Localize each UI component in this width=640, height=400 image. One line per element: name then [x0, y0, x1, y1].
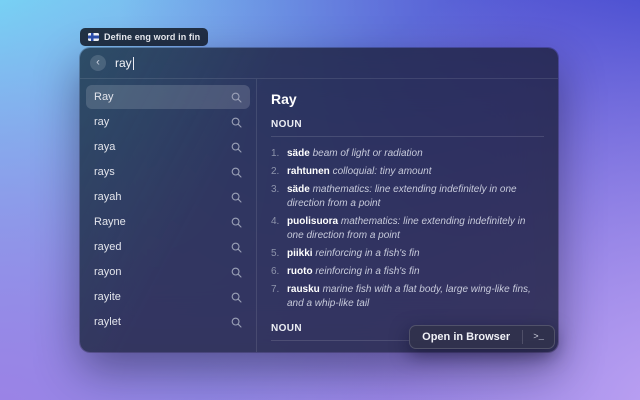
entry-definition: reinforcing in a fish's fin — [315, 266, 419, 277]
section-divider — [271, 136, 544, 137]
search-icon — [231, 317, 242, 328]
search-icon — [231, 242, 242, 253]
list-item-label: ray — [94, 116, 109, 128]
entry-definition: reinforcing in a fish's fin — [315, 248, 419, 259]
open-in-browser-button[interactable]: Open in Browser — [410, 326, 522, 348]
list-item[interactable]: ray — [86, 110, 250, 134]
command-tag[interactable]: Define eng word in fin — [80, 28, 208, 46]
list-item-label: rayon — [94, 266, 122, 278]
list-item[interactable]: raylet — [86, 310, 250, 334]
list-item-label: Ray — [94, 91, 114, 103]
translation-term: rahtunen — [287, 166, 330, 177]
list-item[interactable]: rayed — [86, 235, 250, 259]
definition-entry: 1.säde beam of light or radiation — [271, 147, 544, 161]
search-icon — [231, 217, 242, 228]
list-item-label: raya — [94, 141, 115, 153]
search-input[interactable]: ray — [115, 56, 134, 70]
definition-entry: 4.puolisuora mathematics: line extending… — [271, 215, 544, 243]
search-icon — [231, 267, 242, 278]
entry-number: 7. — [271, 283, 287, 311]
list-item-label: raylet — [94, 316, 121, 328]
search-icon — [231, 92, 242, 103]
translation-term: säde — [287, 148, 310, 159]
entry-number: 3. — [271, 183, 287, 211]
definition-entry: 6.ruoto reinforcing in a fish's fin — [271, 265, 544, 279]
list-item[interactable]: rayon — [86, 260, 250, 284]
list-item[interactable]: rayite — [86, 285, 250, 309]
list-item[interactable]: rayah — [86, 185, 250, 209]
entry-definition: colloquial: tiny amount — [333, 166, 432, 177]
definition-entry: 2.rahtunen colloquial: tiny amount — [271, 165, 544, 179]
entry-number: 2. — [271, 165, 287, 179]
translation-term: piikki — [287, 248, 313, 259]
definition-paragraph: A beam of light or radiation — [271, 351, 544, 352]
translation-term: puolisuora — [287, 216, 338, 227]
detail-title: Ray — [271, 91, 544, 107]
entry-definition: beam of light or radiation — [313, 148, 423, 159]
list-item[interactable]: Ray — [86, 85, 250, 109]
detail-pane: Ray NOUN1.säde beam of light or radiatio… — [256, 79, 558, 352]
definition-section: NOUN1.säde beam of light or radiation2.r… — [271, 119, 544, 311]
back-button[interactable]: ‹ — [90, 55, 106, 71]
action-bar: Open in Browser >_ — [409, 325, 555, 349]
entry-number: 6. — [271, 265, 287, 279]
translation-term: säde — [287, 184, 310, 195]
search-icon — [231, 292, 242, 303]
list-item-label: rayah — [94, 191, 122, 203]
chevron-left-icon: ‹ — [96, 57, 100, 68]
entry-number: 5. — [271, 247, 287, 261]
translation-term: rausku — [287, 284, 320, 295]
command-tag-label: Define eng word in fin — [104, 32, 200, 42]
list-item-label: rayed — [94, 241, 122, 253]
finland-flag-icon — [88, 33, 99, 41]
search-query-text: ray — [115, 56, 132, 70]
entry-number: 1. — [271, 147, 287, 161]
list-item[interactable]: raya — [86, 135, 250, 159]
definition-entry: 7.rausku marine fish with a flat body, l… — [271, 283, 544, 311]
entry-definition: marine fish with a flat body, large wing… — [287, 284, 531, 309]
list-item-label: rayite — [94, 291, 121, 303]
search-icon — [231, 117, 242, 128]
part-of-speech-heading: NOUN — [271, 119, 544, 130]
search-bar[interactable]: ‹ ray — [80, 48, 558, 79]
text-caret — [133, 57, 134, 70]
search-icon — [231, 167, 242, 178]
entry-definition: mathematics: line extending indefinitely… — [287, 184, 517, 209]
results-list: Ray ray raya rays rayah Rayne rayed rayon rayite… — [80, 79, 256, 352]
launcher-window: ‹ ray Ray ray raya rays rayah Rayne rayed rayon… — [80, 48, 558, 352]
terminal-icon[interactable]: >_ — [523, 326, 554, 348]
list-item[interactable]: Rayne — [86, 210, 250, 234]
entry-number: 4. — [271, 215, 287, 243]
translation-term: ruoto — [287, 266, 313, 277]
definition-entry: 5.piikki reinforcing in a fish's fin — [271, 247, 544, 261]
definition-entry: 3.säde mathematics: line extending indef… — [271, 183, 544, 211]
search-icon — [231, 192, 242, 203]
list-item-label: rays — [94, 166, 115, 178]
list-item[interactable]: rays — [86, 160, 250, 184]
search-icon — [231, 142, 242, 153]
list-item-label: Rayne — [94, 216, 126, 228]
